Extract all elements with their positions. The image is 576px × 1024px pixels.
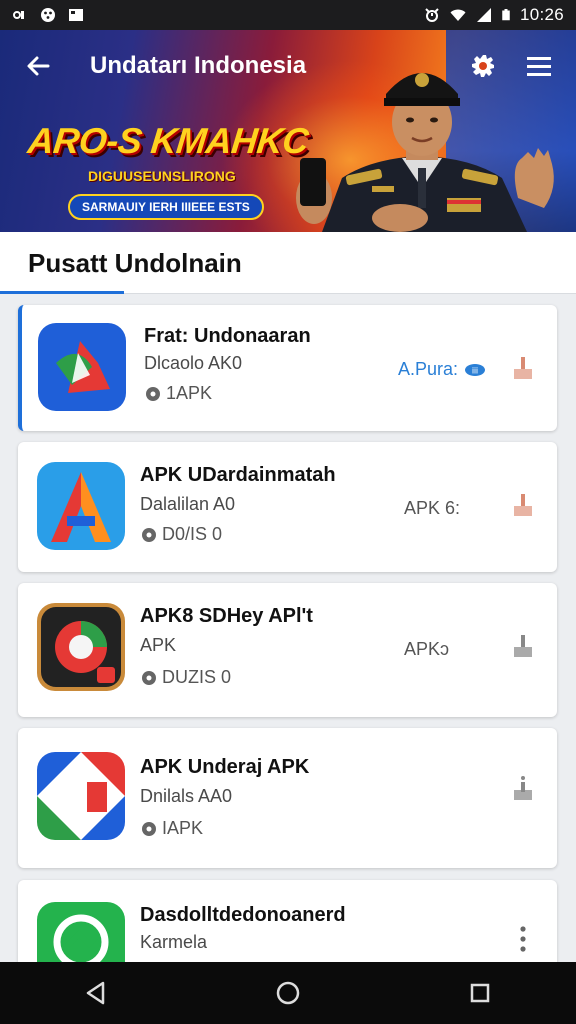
system-navigation-bar: [0, 962, 576, 1024]
app-name: APK8 SDHey APl't: [140, 605, 313, 627]
app-meta: IAPK: [140, 818, 203, 839]
app-meta: D0/IS 0: [140, 524, 222, 545]
app-developer: APK: [140, 635, 177, 655]
promo-title: ARO-S KMAHKC: [25, 120, 311, 161]
svg-text:iii: iii: [472, 365, 478, 375]
promo-subtitle: DIGUUSEUNSLIRONG: [88, 168, 236, 184]
gear-icon: [142, 527, 156, 542]
app-icon-3: [37, 603, 125, 691]
app-name: APK UDardainmatah: [140, 464, 336, 486]
back-arrow-icon: [27, 56, 50, 76]
app-tag-text: A.Pura:: [398, 359, 459, 379]
app-meta-text: IAPK: [162, 818, 204, 838]
app-title: Undatarı Indonesia: [90, 52, 307, 79]
app-tag: APK 6:: [404, 498, 461, 518]
gear-icon: [146, 386, 160, 401]
battery-icon: [502, 9, 510, 21]
app-icon: [41, 8, 55, 22]
notification-icon: [13, 11, 24, 19]
menu-button[interactable]: [522, 49, 556, 83]
promo-banner[interactable]: ARO-S KMAHKC DIGUUSEUNSLIRONG SARMAUIY I…: [25, 120, 311, 220]
download-icon[interactable]: [511, 631, 535, 661]
section-tab-bar: Pusatt Undolnain: [0, 232, 576, 294]
app-name: APK Underaj APK: [140, 756, 310, 778]
square-recents-icon: [470, 983, 490, 1003]
tab-indicator: [0, 291, 124, 294]
app-bar: Undatarı Indonesia: [0, 30, 576, 102]
app-card-4[interactable]: APK Underaj APK Dnilals AA0 IAPK: [18, 728, 557, 868]
hamburger-menu-icon: [527, 57, 551, 76]
app-developer: Dlcaolo AK0: [144, 353, 243, 373]
screen: 10:26 Undatarı Indonesia ARO-S KMAHKC DI…: [0, 0, 576, 1024]
download-icon[interactable]: [511, 353, 535, 383]
app-meta-text: D0/IS 0: [162, 524, 223, 544]
clock: 10:26: [519, 5, 564, 24]
app-name: Frat: Undonaaran: [144, 325, 311, 347]
promo-pill: SARMAUIY IERH IIIEEE ESTS: [68, 194, 264, 220]
app-card-3[interactable]: APK8 SDHey APl't APK DUZIS 0 APKɔ: [18, 583, 557, 717]
gear-icon: [472, 55, 494, 77]
app-icon-4: [37, 752, 125, 840]
app-icon-2: [37, 462, 125, 550]
status-bar: 10:26: [0, 0, 576, 30]
header-banner: Undatarı Indonesia ARO-S KMAHKC DIGUUSEU…: [0, 30, 576, 232]
app-developer: Karmela: [140, 932, 208, 952]
nav-recents-button[interactable]: [456, 969, 504, 1017]
app-icon-1: [38, 323, 126, 411]
app-meta-text: DUZIS 0: [162, 667, 232, 687]
back-button[interactable]: [20, 48, 56, 84]
app-card-2[interactable]: APK UDardainmatah Dalalilan A0 D0/IS 0 A…: [18, 442, 557, 572]
circle-home-icon: [276, 981, 300, 1005]
triangle-back-icon: [86, 981, 105, 1005]
more-options-icon[interactable]: [511, 924, 535, 954]
app-name: Dasdolltdedonoanerd: [140, 904, 346, 926]
gear-icon: [142, 670, 156, 685]
app-meta: DUZIS 0: [140, 667, 231, 688]
app-developer: Dalalilan A0: [140, 494, 236, 514]
app-tag: A.Pura: iii: [398, 359, 486, 380]
download-icon[interactable]: [511, 490, 535, 520]
alarm-icon: [425, 8, 439, 22]
gear-icon: [142, 821, 156, 836]
app-tag: APKɔ: [404, 639, 450, 659]
app-developer: Dnilals AA0: [140, 786, 233, 806]
app-card-1[interactable]: Frat: Undonaaran Dlcaolo AK0 1APK A.Pura…: [18, 305, 557, 431]
info-badge-icon: iii: [465, 363, 486, 376]
signal-icon: [476, 8, 491, 22]
image-icon: [69, 9, 83, 21]
download-icon[interactable]: [511, 774, 535, 804]
settings-button[interactable]: [466, 49, 500, 83]
app-meta-text: 1APK: [166, 383, 213, 403]
nav-back-button[interactable]: [72, 969, 120, 1017]
wifi-icon: [450, 9, 466, 21]
section-title[interactable]: Pusatt Undolnain: [28, 248, 242, 279]
app-meta: 1APK: [144, 383, 212, 404]
nav-home-button[interactable]: [264, 969, 312, 1017]
